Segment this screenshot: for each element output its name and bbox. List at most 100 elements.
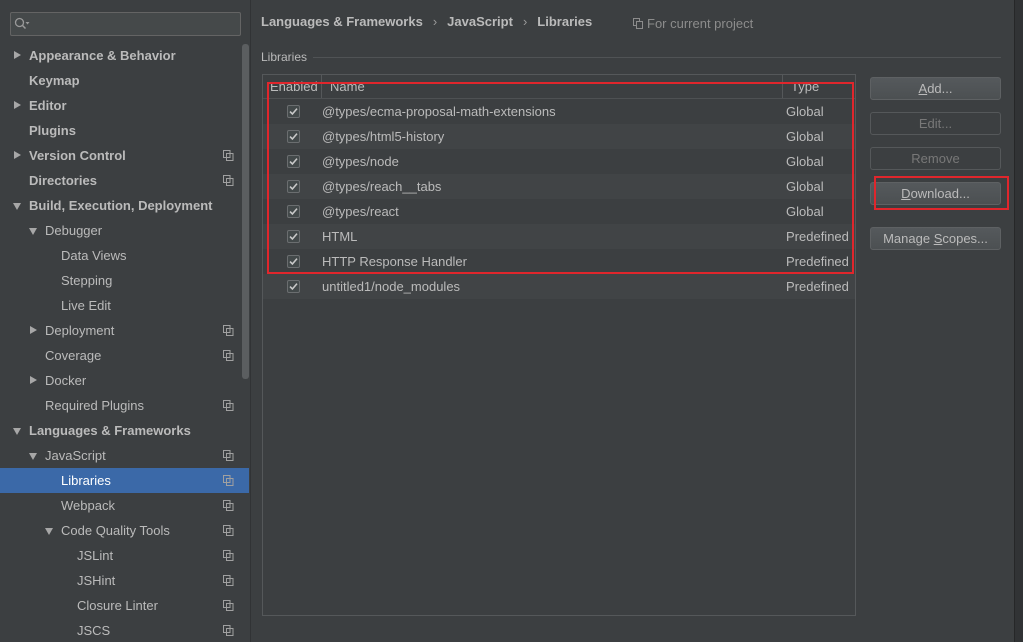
enabled-cell [263, 99, 320, 124]
sidebar-scrollbar-thumb[interactable] [242, 44, 249, 379]
project-level-icon [223, 400, 234, 411]
breadcrumb-item-javascript[interactable]: JavaScript [447, 14, 513, 29]
project-level-icon [633, 17, 643, 29]
sidebar-divider[interactable] [250, 0, 251, 642]
tree-item-code-quality-tools[interactable]: Code Quality Tools [0, 518, 249, 543]
tree-item-label: Appearance & Behavior [29, 48, 176, 63]
library-type: Predefined [786, 279, 849, 294]
tree-item-required-plugins[interactable]: Required Plugins [0, 393, 249, 418]
project-level-icon [223, 325, 234, 336]
enabled-checkbox[interactable] [287, 180, 300, 193]
tree-item-libraries[interactable]: Libraries [0, 468, 249, 493]
table-body: @types/ecma-proposal-math-extensions Glob… [263, 99, 855, 299]
collapsed-arrow-icon[interactable] [30, 326, 37, 334]
enabled-checkbox[interactable] [287, 105, 300, 118]
remove-button[interactable]: Remove [870, 147, 1001, 170]
project-level-icon [223, 350, 234, 361]
expanded-arrow-icon[interactable] [13, 203, 21, 210]
breadcrumb-item-languages-frameworks[interactable]: Languages & Frameworks [261, 14, 423, 29]
enabled-checkbox[interactable] [287, 230, 300, 243]
library-row[interactable]: @types/react Global [263, 199, 855, 224]
enabled-checkbox[interactable] [287, 205, 300, 218]
tree-item-label: JavaScript [45, 448, 106, 463]
project-level-icon [223, 625, 234, 636]
tree-item-stepping[interactable]: Stepping [0, 268, 249, 293]
collapsed-arrow-icon[interactable] [30, 376, 37, 384]
tree-item-data-views[interactable]: Data Views [0, 243, 249, 268]
column-header-name[interactable]: Name [322, 75, 783, 98]
tree-item-deployment[interactable]: Deployment [0, 318, 249, 343]
tree-item-debugger[interactable]: Debugger [0, 218, 249, 243]
tree-item-label: Data Views [61, 248, 127, 263]
tree-item-plugins[interactable]: Plugins [0, 118, 249, 143]
tree-item-version-control[interactable]: Version Control [0, 143, 249, 168]
tree-item-label: Closure Linter [77, 598, 158, 613]
expanded-arrow-icon[interactable] [45, 528, 53, 535]
enabled-checkbox[interactable] [287, 130, 300, 143]
checkmark-icon [289, 133, 298, 141]
library-row[interactable]: HTML Predefined [263, 224, 855, 249]
project-level-icon [223, 600, 234, 611]
tree-item-jscs[interactable]: JSCS [0, 618, 249, 642]
download-button[interactable]: Download... [870, 182, 1001, 205]
tree-item-build-execution-deployment[interactable]: Build, Execution, Deployment [0, 193, 249, 218]
tree-item-javascript[interactable]: JavaScript [0, 443, 249, 468]
add-button[interactable]: Add... [870, 77, 1001, 100]
tree-item-live-edit[interactable]: Live Edit [0, 293, 249, 318]
project-level-icon [223, 525, 234, 536]
breadcrumb: Languages & Frameworks › JavaScript › Li… [261, 12, 592, 30]
tree-item-closure-linter[interactable]: Closure Linter [0, 593, 249, 618]
tree-item-label: Live Edit [61, 298, 111, 313]
library-row[interactable]: @types/node Global [263, 149, 855, 174]
enabled-checkbox[interactable] [287, 155, 300, 168]
tree-item-label: Docker [45, 373, 87, 388]
edit-button[interactable]: Edit... [870, 112, 1001, 135]
tree-item-jslint[interactable]: JSLint [0, 543, 249, 568]
enabled-checkbox[interactable] [287, 280, 300, 293]
tree-item-label: Webpack [61, 498, 115, 513]
tree-item-coverage[interactable]: Coverage [0, 343, 249, 368]
library-row[interactable]: HTTP Response Handler Predefined [263, 249, 855, 274]
table-header: Enabled Name Type [263, 75, 855, 99]
checkmark-icon [289, 108, 298, 116]
tree-item-appearance-behavior[interactable]: Appearance & Behavior [0, 43, 249, 68]
project-level-icon [223, 550, 234, 561]
project-level-icon [223, 575, 234, 586]
enabled-cell [263, 274, 320, 299]
tree-item-label: Stepping [61, 273, 113, 288]
expanded-arrow-icon[interactable] [29, 228, 37, 235]
library-type: Global [786, 129, 824, 144]
library-row[interactable]: @types/html5-history Global [263, 124, 855, 149]
settings-search-field[interactable] [10, 12, 241, 36]
library-row[interactable]: untitled1/node_modules Predefined [263, 274, 855, 299]
collapsed-arrow-icon[interactable] [14, 51, 21, 59]
search-icon[interactable] [14, 17, 32, 31]
library-row[interactable]: @types/reach__tabs Global [263, 174, 855, 199]
expanded-arrow-icon[interactable] [13, 428, 21, 435]
tree-item-languages-frameworks[interactable]: Languages & Frameworks [0, 418, 249, 443]
column-header-enabled[interactable]: Enabled [263, 75, 322, 98]
tree-item-webpack[interactable]: Webpack [0, 493, 249, 518]
tree-item-docker[interactable]: Docker [0, 368, 249, 393]
project-level-icon [223, 400, 234, 411]
tree-item-editor[interactable]: Editor [0, 93, 249, 118]
library-name: HTML [322, 229, 358, 244]
collapsed-arrow-icon[interactable] [14, 151, 21, 159]
project-level-icon [223, 175, 234, 186]
enabled-checkbox[interactable] [287, 255, 300, 268]
tree-item-jshint[interactable]: JSHint [0, 568, 249, 593]
column-header-type[interactable]: Type [783, 75, 855, 98]
tree-item-label: Deployment [45, 323, 115, 338]
project-level-icon [223, 475, 234, 486]
settings-search-input[interactable] [35, 16, 235, 32]
tree-item-keymap[interactable]: Keymap [0, 68, 249, 93]
library-row[interactable]: @types/ecma-proposal-math-extensions Glob… [263, 99, 855, 124]
tree-item-label: Languages & Frameworks [29, 423, 191, 438]
collapsed-arrow-icon[interactable] [14, 101, 21, 109]
window-edge [1014, 0, 1023, 642]
tree-item-directories[interactable]: Directories [0, 168, 249, 193]
manage-scopes-button[interactable]: Manage Scopes... [870, 227, 1001, 250]
expanded-arrow-icon[interactable] [29, 453, 37, 460]
libraries-table: Enabled Name Type @types/ecma-proposal-m… [262, 74, 856, 616]
project-level-icon [223, 625, 234, 636]
